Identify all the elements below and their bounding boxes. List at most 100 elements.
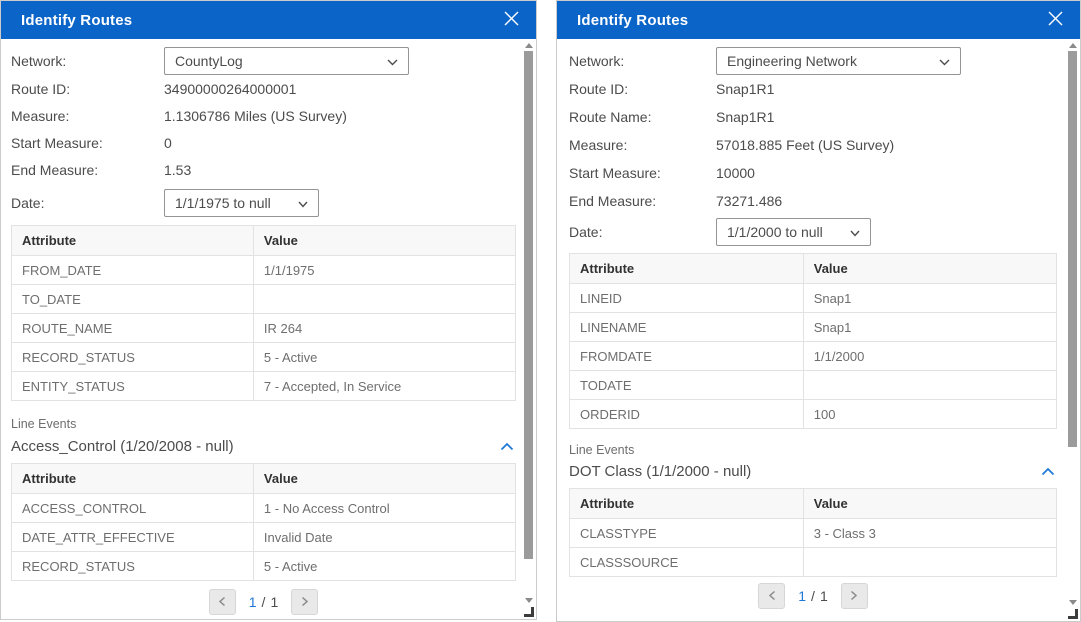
close-icon xyxy=(503,10,520,30)
resize-grip[interactable] xyxy=(524,607,534,617)
field-value: 34900000264000001 xyxy=(164,81,296,97)
line-event-attribute-table: Attribute Value CLASSTYPE3 - Class 3 CLA… xyxy=(569,488,1057,577)
chevron-right-icon xyxy=(301,595,309,610)
vertical-scrollbar[interactable] xyxy=(1068,41,1078,607)
attribute-cell: ACCESS_CONTROL xyxy=(12,494,254,523)
line-events-heading: DOT Class (1/1/2000 - null) xyxy=(569,463,751,480)
close-icon xyxy=(1047,10,1064,30)
field-label: Measure: xyxy=(569,137,716,153)
current-page: 1 xyxy=(798,588,806,604)
table-row: FROMDATE1/1/2000 xyxy=(570,342,1057,371)
value-column-header: Value xyxy=(803,254,1056,284)
attribute-cell: ENTITY_STATUS xyxy=(12,372,254,401)
field-label: Route Name: xyxy=(569,109,716,125)
chevron-down-icon xyxy=(939,53,950,69)
collapse-button[interactable] xyxy=(498,437,516,456)
value-cell: 100 xyxy=(803,400,1056,429)
network-select-value: Engineering Network xyxy=(727,53,857,69)
field-row: Measure: 57018.885 Feet (US Survey) xyxy=(569,131,1057,159)
table-row: TODATE xyxy=(570,371,1057,400)
field-label: Start Measure: xyxy=(569,165,716,181)
field-row: End Measure: 73271.486 xyxy=(569,187,1057,215)
route-attribute-table: Attribute Value LINEIDSnap1 LINENAMESnap… xyxy=(569,253,1057,429)
table-row: RECORD_STATUS5 - Active xyxy=(12,552,516,581)
value-cell: 1 - No Access Control xyxy=(253,494,515,523)
attribute-column-header: Attribute xyxy=(570,489,804,519)
close-button[interactable] xyxy=(1045,8,1066,32)
attribute-cell: CLASSSOURCE xyxy=(570,548,804,577)
total-pages: 1 xyxy=(820,588,828,604)
field-row: Measure: 1.1306786 Miles (US Survey) xyxy=(11,102,516,129)
value-cell: 7 - Accepted, In Service xyxy=(253,372,515,401)
field-row: Start Measure: 0 xyxy=(11,129,516,156)
date-select-value: 1/1/2000 to null xyxy=(727,224,823,240)
scroll-up-icon[interactable] xyxy=(1069,43,1077,48)
attribute-column-header: Attribute xyxy=(12,464,254,494)
prev-page-button[interactable] xyxy=(209,589,236,615)
attribute-cell: TO_DATE xyxy=(12,285,254,314)
table-row: FROM_DATE1/1/1975 xyxy=(12,256,516,285)
value-cell: Invalid Date xyxy=(253,523,515,552)
prev-page-button[interactable] xyxy=(758,583,785,609)
chevron-down-icon xyxy=(387,53,398,69)
current-page: 1 xyxy=(249,594,257,610)
field-label: Route ID: xyxy=(11,81,164,97)
network-select[interactable]: Engineering Network xyxy=(716,47,961,75)
resize-grip[interactable] xyxy=(1068,609,1078,619)
panel-header: Identify Routes xyxy=(1,1,536,39)
attribute-cell: ORDERID xyxy=(570,400,804,429)
date-label: Date: xyxy=(569,224,716,240)
scroll-down-icon[interactable] xyxy=(1069,600,1077,605)
chevron-up-icon xyxy=(1041,464,1055,479)
page-separator: / xyxy=(811,588,815,604)
line-events-heading-row: DOT Class (1/1/2000 - null) xyxy=(569,462,1057,481)
chevron-left-icon xyxy=(768,589,776,604)
attribute-cell: TODATE xyxy=(570,371,804,400)
value-cell: 1/1/1975 xyxy=(253,256,515,285)
panel-title: Identify Routes xyxy=(577,12,688,29)
date-select[interactable]: 1/1/2000 to null xyxy=(716,218,871,246)
scroll-down-icon[interactable] xyxy=(525,598,533,603)
field-value: Snap1R1 xyxy=(716,81,774,97)
value-cell: 3 - Class 3 xyxy=(803,519,1056,548)
chevron-down-icon xyxy=(850,224,860,240)
table-row: ENTITY_STATUS7 - Accepted, In Service xyxy=(12,372,516,401)
date-row: Date: 1/1/2000 to null xyxy=(569,218,1057,246)
line-events-heading-row: Access_Control (1/20/2008 - null) xyxy=(11,437,516,456)
table-row: CLASSSOURCE xyxy=(570,548,1057,577)
field-label: Measure: xyxy=(11,108,164,124)
next-page-button[interactable] xyxy=(291,589,318,615)
total-pages: 1 xyxy=(270,594,278,610)
next-page-button[interactable] xyxy=(841,583,868,609)
page-separator: / xyxy=(262,594,266,610)
close-button[interactable] xyxy=(501,8,522,32)
value-cell xyxy=(253,285,515,314)
vertical-scrollbar[interactable] xyxy=(524,41,534,605)
page-indicator: 1 / 1 xyxy=(249,594,278,610)
panel-body: Network: CountyLog Route ID: 34900000264… xyxy=(1,39,536,619)
table-row: LINEIDSnap1 xyxy=(570,284,1057,313)
chevron-up-icon xyxy=(500,439,514,454)
table-row: CLASSTYPE3 - Class 3 xyxy=(570,519,1057,548)
field-label: End Measure: xyxy=(11,162,164,178)
field-value: 1.1306786 Miles (US Survey) xyxy=(164,108,347,124)
field-row: Route ID: 34900000264000001 xyxy=(11,75,516,102)
identify-routes-panel-left: Identify Routes Network: CountyLog Route… xyxy=(0,0,537,620)
field-row: Start Measure: 10000 xyxy=(569,159,1057,187)
field-value: 0 xyxy=(164,135,172,151)
collapse-button[interactable] xyxy=(1039,462,1057,481)
scrollbar-thumb[interactable] xyxy=(1068,51,1077,447)
date-select[interactable]: 1/1/1975 to null xyxy=(164,189,319,217)
network-select[interactable]: CountyLog xyxy=(164,47,409,75)
scroll-up-icon[interactable] xyxy=(525,43,533,48)
field-value: 57018.885 Feet (US Survey) xyxy=(716,137,894,153)
chevron-right-icon xyxy=(850,589,858,604)
field-label: Start Measure: xyxy=(11,135,164,151)
value-cell: 1/1/2000 xyxy=(803,342,1056,371)
line-events-heading: Access_Control (1/20/2008 - null) xyxy=(11,438,234,455)
attribute-cell: FROM_DATE xyxy=(12,256,254,285)
table-row: TO_DATE xyxy=(12,285,516,314)
line-events-label: Line Events xyxy=(569,443,1057,457)
scrollbar-thumb[interactable] xyxy=(524,51,533,559)
field-value: Snap1R1 xyxy=(716,109,774,125)
